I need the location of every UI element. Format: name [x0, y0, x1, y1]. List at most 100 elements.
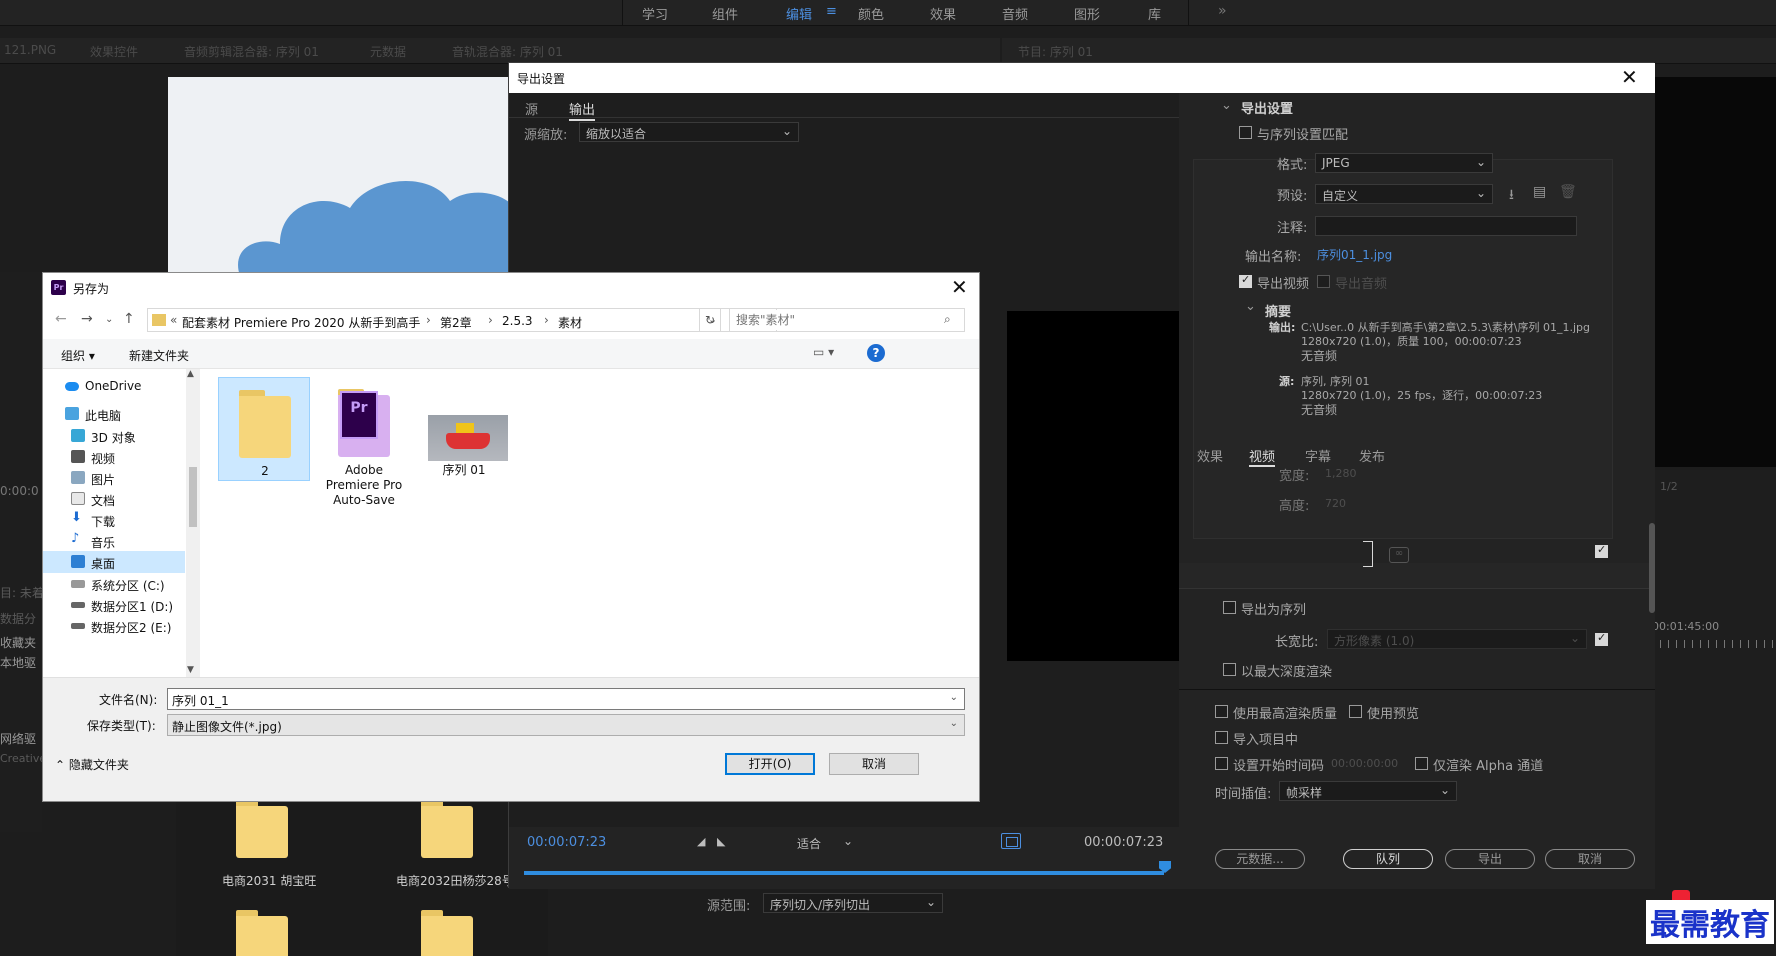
nav-item-this-pc[interactable]: 此电脑 [43, 403, 185, 425]
time-interpolation-dropdown[interactable]: 帧采样 ⌄ [1279, 781, 1457, 801]
nav-item-videos[interactable]: 视频 [43, 446, 185, 468]
match-source-checkbox[interactable] [1595, 543, 1608, 558]
source-range-dropdown[interactable]: 序列切入/序列切出 ⌄ [763, 893, 943, 913]
up-arrow-icon[interactable]: ↑ [123, 311, 135, 327]
settings-scrollbar[interactable] [1649, 523, 1655, 613]
max-depth-checkbox[interactable] [1223, 663, 1236, 676]
export-button[interactable]: 导出 [1445, 849, 1535, 869]
save-preset-icon[interactable]: ⭳ [1509, 184, 1514, 208]
fit-dropdown[interactable]: 适合 ⌄ [791, 833, 859, 851]
workspace-menu-icon[interactable]: ≡ [826, 4, 837, 19]
project-folder-icon[interactable] [421, 800, 473, 858]
workspace-editing[interactable]: 编辑 [786, 4, 812, 23]
search-icon[interactable]: ⌕ [944, 312, 951, 327]
tab-audio-track-mixer[interactable]: 音轨混合器: 序列 01 [452, 43, 563, 60]
set-start-timecode-checkbox[interactable] [1215, 757, 1228, 770]
aspect-ratio-checkbox[interactable] [1595, 631, 1608, 646]
project-folder-icon[interactable] [236, 910, 288, 956]
refresh-icon[interactable]: ↻ [699, 308, 721, 332]
nav-item-music[interactable]: ♪ 音乐 [43, 530, 185, 552]
forward-arrow-icon[interactable]: → [81, 311, 93, 327]
breadcrumb-item[interactable]: 配套素材 Premiere Pro 2020 从新手到高手 [182, 314, 420, 331]
start-timecode-value[interactable]: 00:00:00:00 [1331, 757, 1398, 770]
open-button[interactable]: 打开(O) [725, 753, 815, 775]
tab-audio-clip-mixer[interactable]: 音频剪辑混合器: 序列 01 [184, 43, 319, 60]
workspace-effects[interactable]: 效果 [930, 4, 956, 23]
chevron-down-icon[interactable]: ⌄ [950, 692, 958, 703]
import-preset-icon[interactable]: ▤ [1533, 184, 1546, 200]
tab-video[interactable]: 视频 [1249, 446, 1276, 467]
metadata-button[interactable]: 元数据... [1215, 849, 1305, 869]
file-item-sequence-image[interactable]: 序列 01 [418, 377, 510, 481]
export-as-sequence-checkbox[interactable] [1223, 601, 1236, 614]
new-folder-button[interactable]: 新建文件夹 [129, 347, 189, 364]
queue-button[interactable]: 队列 [1343, 849, 1433, 869]
tab-publish[interactable]: 发布 [1359, 446, 1385, 465]
change-view-icon[interactable]: ▭ ▾ [813, 345, 834, 359]
set-out-point-icon[interactable]: ◣ [717, 835, 725, 848]
format-dropdown[interactable]: JPEG ⌄ [1315, 153, 1493, 173]
source-scaling-dropdown[interactable]: 缩放以适合 ⌄ [579, 122, 799, 142]
range-slider-track[interactable] [524, 871, 1164, 875]
cancel-button[interactable]: 取消 [829, 753, 919, 775]
workspace-assembly[interactable]: 组件 [712, 4, 738, 23]
close-icon[interactable]: ✕ [1621, 65, 1638, 89]
tab-effects[interactable]: 效果 [1197, 446, 1223, 465]
workspace-color[interactable]: 颜色 [858, 4, 884, 23]
workspace-more-icon[interactable]: » [1218, 3, 1227, 19]
cancel-button[interactable]: 取消 [1545, 849, 1635, 869]
search-box[interactable]: ⌕ [729, 308, 965, 332]
current-timecode[interactable]: 00:00:07:23 [527, 835, 606, 850]
project-folder-icon[interactable] [421, 910, 473, 956]
organize-menu[interactable]: 组织 ▾ [61, 347, 95, 364]
breadcrumb-separator-icon[interactable]: › [544, 313, 549, 327]
comment-field[interactable] [1315, 216, 1577, 236]
tab-program-monitor[interactable]: 节目: 序列 01 [1018, 43, 1093, 60]
project-folder-icon[interactable] [236, 800, 288, 858]
breadcrumb-separator-icon[interactable]: › [426, 313, 431, 327]
crop-icon[interactable] [1001, 833, 1021, 849]
close-icon[interactable]: ✕ [951, 275, 968, 299]
render-alpha-checkbox[interactable] [1415, 757, 1428, 770]
height-value[interactable]: 720 [1325, 497, 1346, 510]
nav-item-downloads[interactable]: ⬇ 下载 [43, 509, 185, 531]
max-render-quality-checkbox[interactable] [1215, 705, 1228, 718]
use-previews-checkbox[interactable] [1349, 705, 1362, 718]
breadcrumb-separator-icon[interactable]: › [488, 313, 493, 327]
recent-locations-icon[interactable]: ⌄ [105, 314, 113, 325]
export-audio-checkbox[interactable] [1317, 275, 1330, 288]
workspace-learn[interactable]: 学习 [642, 4, 668, 23]
zoom-select[interactable]: 1/2 [1660, 480, 1678, 493]
scroll-down-icon[interactable]: ▼ [187, 665, 194, 675]
link-icon[interactable]: ∞ [1389, 547, 1409, 563]
file-item-folder-2[interactable]: 2 [218, 377, 310, 481]
breadcrumb-item[interactable]: 素材 [558, 314, 582, 331]
workspace-audio[interactable]: 音频 [1002, 4, 1028, 23]
tab-effect-controls[interactable]: 效果控件 [90, 43, 138, 60]
tab-source-file[interactable]: 121.PNG [4, 43, 56, 57]
match-sequence-checkbox[interactable] [1239, 126, 1252, 139]
import-into-project-checkbox[interactable] [1215, 731, 1228, 744]
nav-item-documents[interactable]: 文档 [43, 488, 185, 510]
nav-item-drive-c[interactable]: 系统分区 (C:) [43, 573, 185, 595]
breadcrumb-overflow-icon[interactable]: « [170, 313, 177, 327]
filename-field[interactable]: 序列 01_1 ⌄ [167, 688, 965, 710]
tab-metadata[interactable]: 元数据 [370, 43, 406, 60]
aspect-ratio-dropdown[interactable]: 方形像素 (1.0) ⌄ [1327, 629, 1587, 649]
collapse-chevron-icon[interactable]: ⌄ [1221, 98, 1232, 113]
nav-item-drive-e[interactable]: 数据分区2 (E:) [43, 615, 185, 637]
workspace-libraries[interactable]: 库 [1148, 4, 1161, 23]
breadcrumb-item[interactable]: 2.5.3 [502, 314, 533, 328]
back-arrow-icon[interactable]: ← [55, 311, 67, 327]
scroll-up-icon[interactable]: ▲ [187, 369, 194, 379]
nav-item-drive-d[interactable]: 数据分区1 (D:) [43, 594, 185, 616]
nav-item-3d-objects[interactable]: 3D 对象 [43, 425, 185, 447]
export-video-checkbox[interactable] [1239, 273, 1252, 288]
output-name-link[interactable]: 序列01_1.jpg [1317, 246, 1392, 263]
help-icon[interactable]: ? [867, 344, 885, 362]
file-item-auto-save[interactable]: Pr Adobe Premiere Pro Auto-Save [318, 377, 410, 507]
search-input[interactable] [736, 310, 896, 330]
workspace-graphics[interactable]: 图形 [1074, 4, 1100, 23]
tab-source[interactable]: 源 [525, 99, 538, 118]
filetype-dropdown[interactable]: 静止图像文件(*.jpg) ⌄ [167, 714, 965, 736]
